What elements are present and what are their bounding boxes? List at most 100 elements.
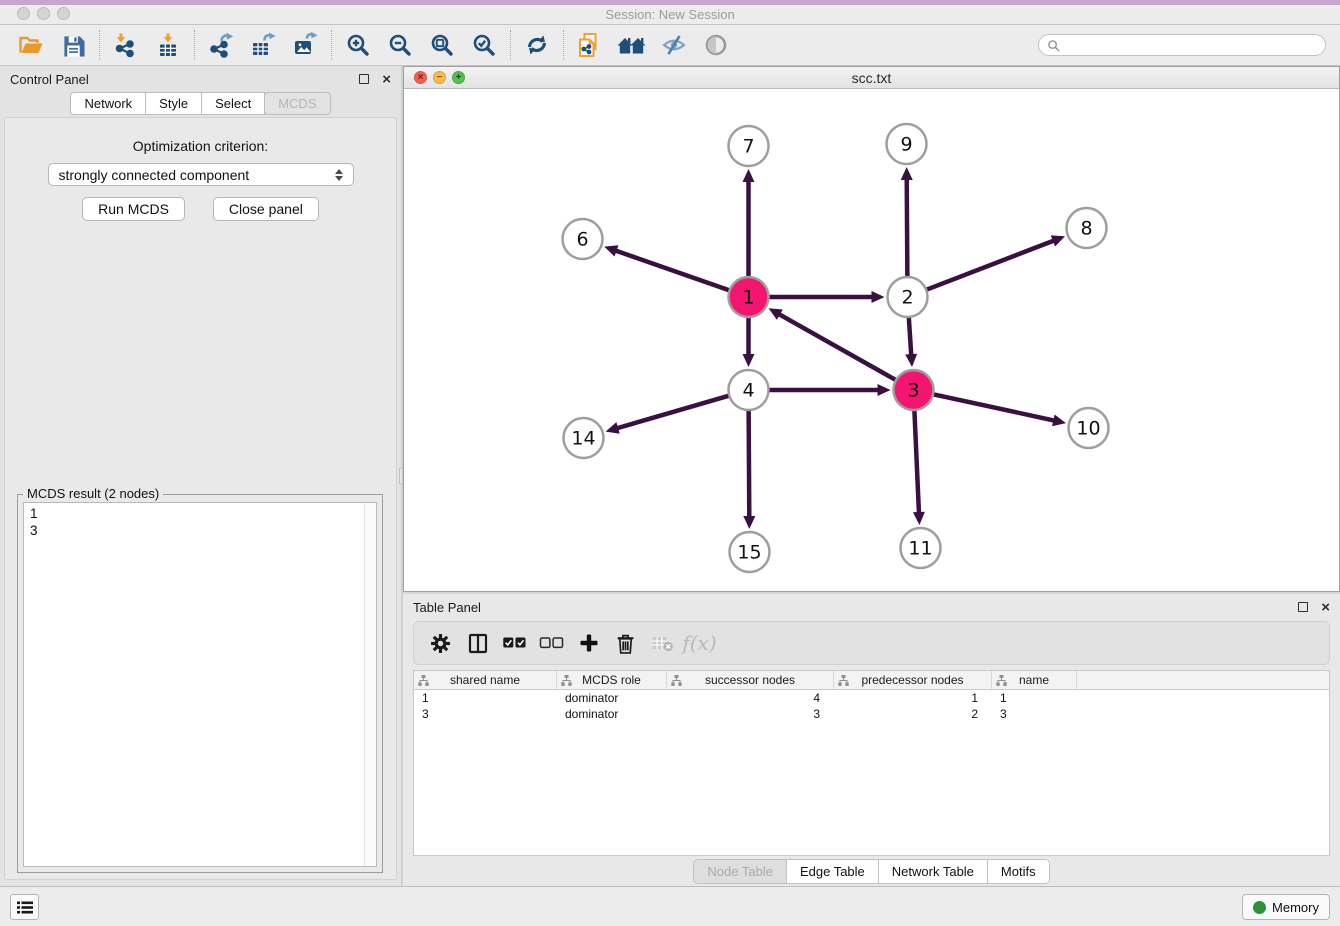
create-column-button[interactable] xyxy=(570,633,607,653)
table-header-row: shared nameMCDS role successor nodes prede… xyxy=(414,671,1329,690)
panel-splitter-handle[interactable] xyxy=(399,468,403,484)
table-row[interactable]: 1dominator411 xyxy=(414,690,1329,706)
graph-edge-1-6[interactable] xyxy=(615,250,731,291)
table-tabs: Node TableEdge TableNetwork TableMotifs xyxy=(693,859,1049,884)
cell-successor-nodes[interactable]: 3 xyxy=(667,707,834,721)
zoom-in-button[interactable] xyxy=(337,27,379,63)
save-session-button[interactable] xyxy=(52,27,94,63)
graph-edge-4-14[interactable] xyxy=(616,395,730,428)
tab-node-table[interactable]: Node Table xyxy=(694,860,787,883)
result-scrollbar[interactable] xyxy=(364,503,376,866)
network-maximize-button[interactable]: + xyxy=(452,71,465,84)
graph-node-15[interactable]: 15 xyxy=(730,532,770,572)
tab-network-table[interactable]: Network Table xyxy=(879,860,988,883)
open-session-button[interactable] xyxy=(10,27,52,63)
graph-edge-4-15[interactable] xyxy=(749,409,750,518)
cell-name[interactable]: 1 xyxy=(992,691,1077,705)
graph-node-14[interactable]: 14 xyxy=(564,418,604,458)
graph-node-4[interactable]: 4 xyxy=(729,370,769,410)
delete-columns-button[interactable] xyxy=(607,633,644,654)
column-header-mcds-role[interactable]: MCDS role xyxy=(557,671,667,689)
export-table-button[interactable] xyxy=(242,27,284,63)
network-window-titlebar[interactable]: × − + scc.txt xyxy=(404,67,1339,89)
zoom-out-button[interactable] xyxy=(379,27,421,63)
graph-node-2[interactable]: 2 xyxy=(888,277,928,317)
graph-node-10[interactable]: 10 xyxy=(1069,408,1109,448)
column-header-successor-nodes[interactable]: successor nodes xyxy=(667,671,834,689)
graph-edge-2-9[interactable] xyxy=(907,178,908,278)
tab-motifs[interactable]: Motifs xyxy=(988,860,1049,883)
column-header-predecessor-nodes[interactable]: predecessor nodes xyxy=(834,671,992,689)
network-close-button[interactable]: × xyxy=(414,71,427,84)
graph-node-3[interactable]: 3 xyxy=(894,370,934,410)
function-builder-button[interactable]: f(x) xyxy=(681,631,718,655)
tab-network[interactable]: Network xyxy=(70,92,146,115)
export-network-button[interactable] xyxy=(200,27,242,63)
cell-shared-name[interactable]: 3 xyxy=(414,707,557,721)
cell-mcds-role[interactable]: dominator xyxy=(557,707,667,721)
first-neighbors-button[interactable] xyxy=(611,27,653,63)
cell-predecessor-nodes[interactable]: 2 xyxy=(834,707,992,721)
tab-edge-table[interactable]: Edge Table xyxy=(787,860,879,883)
cell-name[interactable]: 3 xyxy=(992,707,1077,721)
search-box[interactable] xyxy=(1038,34,1326,56)
close-table-panel-icon[interactable]: × xyxy=(1321,600,1330,615)
network-canvas[interactable]: 7 9 6 8 1 2 4 3 14 10 15 11 xyxy=(404,89,1339,591)
import-network-file-button[interactable] xyxy=(105,27,147,63)
apply-preferred-layout-button[interactable] xyxy=(516,27,558,63)
tab-mcds[interactable]: MCDS xyxy=(264,92,330,115)
attribute-icon xyxy=(996,675,1007,686)
cell-predecessor-nodes[interactable]: 1 xyxy=(834,691,992,705)
import-table-file-button[interactable] xyxy=(147,27,189,63)
show-columns-button[interactable] xyxy=(459,633,496,654)
column-label: successor nodes xyxy=(705,673,795,687)
table-panel: Table Panel × xyxy=(403,594,1340,886)
tab-select[interactable]: Select xyxy=(201,92,265,115)
network-traffic-lights: × − + xyxy=(414,71,465,84)
cell-mcds-role[interactable]: dominator xyxy=(557,691,667,705)
close-panel-icon[interactable]: × xyxy=(382,72,391,87)
network-minimize-button[interactable]: − xyxy=(433,71,446,84)
task-list-icon xyxy=(17,901,33,914)
show-all-button[interactable] xyxy=(695,27,737,63)
graph-node-9[interactable]: 9 xyxy=(887,124,927,164)
criterion-select[interactable]: strongly connected component xyxy=(48,163,354,186)
column-settings-button[interactable] xyxy=(422,633,459,654)
graph-edge-3-11[interactable] xyxy=(914,409,919,514)
graph-edge-2-3[interactable] xyxy=(909,316,912,356)
select-all-button[interactable] xyxy=(496,636,533,650)
graph-edge-arrowhead xyxy=(606,422,620,434)
svg-text:6: 6 xyxy=(576,229,588,251)
run-mcds-button[interactable]: Run MCDS xyxy=(82,197,185,221)
export-image-button[interactable] xyxy=(284,27,326,63)
deselect-all-button[interactable] xyxy=(533,636,570,650)
graph-node-11[interactable]: 11 xyxy=(901,528,941,568)
memory-button[interactable]: Memory xyxy=(1242,894,1330,920)
graph-edge-3-1[interactable] xyxy=(778,314,897,381)
graph-edge-2-8[interactable] xyxy=(925,240,1055,290)
tab-style[interactable]: Style xyxy=(145,92,202,115)
network-graph[interactable]: 7 9 6 8 1 2 4 3 14 10 15 11 xyxy=(404,89,1339,591)
graph-node-1[interactable]: 1 xyxy=(729,277,769,317)
column-header-shared-name[interactable]: shared name xyxy=(414,671,557,689)
graph-edge-3-10[interactable] xyxy=(932,394,1055,421)
fit-content-button[interactable] xyxy=(421,27,463,63)
close-panel-button[interactable]: Close panel xyxy=(213,197,319,221)
graph-node-8[interactable]: 8 xyxy=(1067,208,1107,248)
float-table-panel-icon[interactable] xyxy=(1298,602,1308,612)
cell-shared-name[interactable]: 1 xyxy=(414,691,557,705)
cell-successor-nodes[interactable]: 4 xyxy=(667,691,834,705)
hide-selected-button[interactable] xyxy=(653,27,695,63)
clone-network-button[interactable] xyxy=(569,27,611,63)
zoom-selected-button[interactable] xyxy=(463,27,505,63)
toolbar-separator xyxy=(194,30,195,60)
graph-node-6[interactable]: 6 xyxy=(563,219,603,259)
delete-table-button[interactable] xyxy=(644,634,681,652)
column-header-name[interactable]: name xyxy=(992,671,1077,689)
mcds-result-text[interactable]: 1 3 xyxy=(24,503,364,866)
task-history-button[interactable] xyxy=(10,894,39,920)
float-panel-icon[interactable] xyxy=(359,74,369,84)
table-row[interactable]: 3dominator323 xyxy=(414,706,1329,722)
search-input[interactable] xyxy=(1065,38,1317,52)
graph-node-7[interactable]: 7 xyxy=(729,126,769,166)
